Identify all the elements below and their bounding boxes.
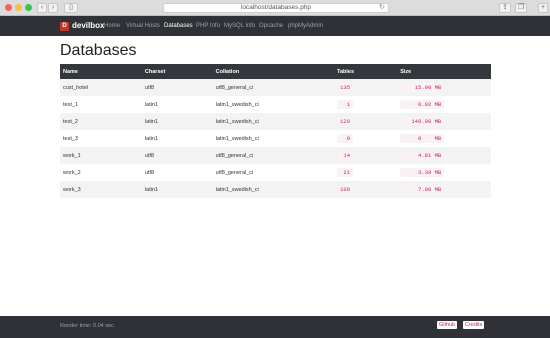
tabs-icon: ❐ <box>517 4 525 11</box>
new-tab-button[interactable]: + <box>538 3 548 13</box>
nav-link-phpmyadmin[interactable]: phpMyAdmin <box>288 23 323 29</box>
share-button[interactable]: ⇪ <box>499 3 511 13</box>
share-icon: ⇪ <box>502 4 508 11</box>
table-row: work_3 latin1 latin1_swedish_ci 100 7.00… <box>60 181 491 198</box>
address-text: localhost/databases.php <box>240 4 312 11</box>
sidebar-icon: ▯ <box>69 4 73 11</box>
db-tables-count: 14 <box>337 151 353 160</box>
nav-link-mysql-info[interactable]: MySQL info <box>224 23 255 29</box>
db-tables-count: 135 <box>337 83 353 92</box>
minimize-window-button[interactable] <box>15 4 22 11</box>
db-tables-count: 0 <box>337 134 353 143</box>
db-charset: utf8 <box>144 84 155 91</box>
close-window-button[interactable] <box>5 4 12 11</box>
sidebar-toggle-button[interactable]: ▯ <box>64 3 78 13</box>
db-charset: latin1 <box>144 118 159 125</box>
render-time: Render time: 0.04 sec. <box>60 323 116 329</box>
db-name: test_3 <box>63 135 78 142</box>
db-collation: utf8_general_ci <box>215 152 254 159</box>
db-collation: latin1_swedish_ci <box>215 186 259 193</box>
db-name: test_2 <box>63 118 78 125</box>
back-button[interactable]: ‹ <box>37 3 47 13</box>
nav-link-opcache[interactable]: Opcache <box>259 23 283 29</box>
nav-link-home[interactable]: Home <box>104 23 120 29</box>
table-row: test_2 latin1 latin1_swedish_ci 120 149.… <box>60 113 491 130</box>
table-row: test_1 latin1 latin1_swedish_ci 1 0.02 M… <box>60 96 491 113</box>
tabs-button[interactable]: ❐ <box>515 3 527 13</box>
chevron-left-icon: ‹ <box>40 4 44 11</box>
table-row: cust_hotel utf8 utf8_general_ci 135 15.0… <box>60 79 491 96</box>
db-size: 0.02 MB <box>400 100 445 109</box>
table-row: test_3 latin1 latin1_swedish_ci 0 0 MB <box>60 130 491 147</box>
forward-button[interactable]: › <box>48 3 58 13</box>
db-collation: latin1_swedish_ci <box>215 135 259 142</box>
db-tables-count: 21 <box>337 168 353 177</box>
db-size: 4.81 MB <box>400 151 445 160</box>
credits-link[interactable]: Credits <box>463 321 485 329</box>
db-tables-count: 120 <box>337 117 353 126</box>
db-charset: latin1 <box>144 135 159 142</box>
db-charset: utf8 <box>144 152 155 159</box>
db-collation: utf8_general_ci <box>215 84 254 91</box>
table-row: work_1 utf8 utf8_general_ci 14 4.81 MB <box>60 147 491 164</box>
db-tables-count: 100 <box>337 185 353 194</box>
address-bar[interactable]: localhost/databases.php ↻ <box>163 3 389 13</box>
nav-link-php-info[interactable]: PHP Info <box>196 23 220 29</box>
db-name: test_1 <box>63 101 78 108</box>
db-size: 3.39 MB <box>400 168 445 177</box>
db-size: 7.00 MB <box>400 185 445 194</box>
db-size: 0 MB <box>400 134 445 143</box>
db-collation: latin1_swedish_ci <box>215 118 259 125</box>
databases-table: Name Charset Collation Tables Size cust_… <box>60 64 491 198</box>
page-title: Databases <box>60 42 137 59</box>
github-link[interactable]: Github <box>437 321 458 329</box>
db-tables-count: 1 <box>337 100 353 109</box>
devilbox-logo-icon[interactable]: D <box>60 22 69 31</box>
db-collation: utf8_general_ci <box>215 169 254 176</box>
column-header-size: Size <box>400 68 412 75</box>
chevron-right-icon: › <box>51 4 55 11</box>
plus-icon: + <box>540 4 546 11</box>
db-name: work_3 <box>63 186 81 193</box>
db-name: work_2 <box>63 169 81 176</box>
table-row: work_2 utf8 utf8_general_ci 21 3.39 MB <box>60 164 491 181</box>
db-collation: latin1_swedish_ci <box>215 101 259 108</box>
browser-toolbar: ‹ › ▯ localhost/databases.php ↻ ⇪ ❐ + <box>0 0 550 16</box>
brand-name[interactable]: devilbox <box>72 21 104 30</box>
db-charset: utf8 <box>144 169 155 176</box>
db-charset: latin1 <box>144 186 159 193</box>
zoom-window-button[interactable] <box>25 4 32 11</box>
nav-link-databases[interactable]: Databases <box>164 23 193 29</box>
db-name: cust_hotel <box>63 84 89 91</box>
db-size: 15.00 MB <box>400 83 445 92</box>
nav-link-virtual-hosts[interactable]: Virtual Hosts <box>126 23 160 29</box>
db-charset: latin1 <box>144 101 159 108</box>
column-header-charset: Charset <box>144 68 166 75</box>
db-size: 149.00 MB <box>400 117 445 126</box>
table-header-row: Name Charset Collation Tables Size <box>60 64 491 79</box>
column-header-name: Name <box>63 68 78 75</box>
reload-icon[interactable]: ↻ <box>379 4 385 12</box>
db-name: work_1 <box>63 152 81 159</box>
column-header-collation: Collation <box>215 68 240 75</box>
column-header-tables: Tables <box>337 68 355 75</box>
